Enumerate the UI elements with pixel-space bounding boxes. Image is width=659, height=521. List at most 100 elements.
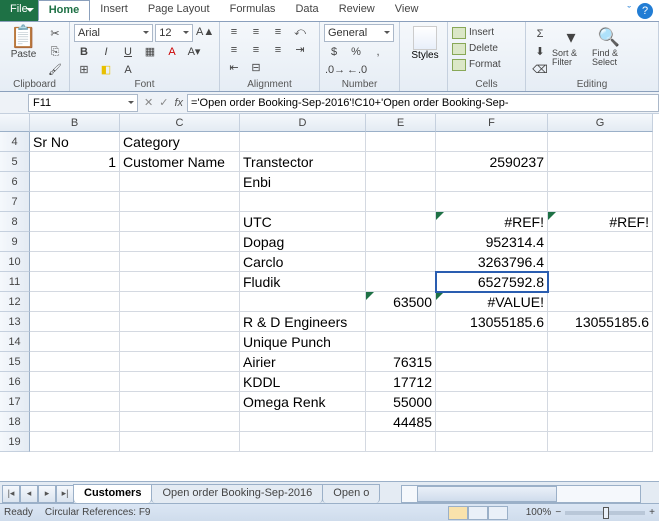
cell-B5[interactable]: 1: [30, 152, 120, 172]
font-color-2-button[interactable]: A: [118, 62, 138, 78]
increase-decimal-button[interactable]: .0→: [324, 62, 344, 78]
cell-D15[interactable]: Airier: [240, 352, 366, 372]
cell-G4[interactable]: [548, 132, 653, 152]
cell-E18[interactable]: 44485: [366, 412, 436, 432]
row-header-6[interactable]: 6: [0, 172, 30, 192]
cell-B16[interactable]: [30, 372, 120, 392]
border-button[interactable]: ▦: [140, 44, 160, 60]
cell-E13[interactable]: [366, 312, 436, 332]
zoom-in-button[interactable]: +: [649, 507, 655, 518]
format-painter-button[interactable]: 🖌: [45, 62, 65, 78]
cell-G11[interactable]: [548, 272, 653, 292]
shrink-font-button[interactable]: A▾: [184, 44, 204, 60]
cell-C11[interactable]: [120, 272, 240, 292]
cell-E9[interactable]: [366, 232, 436, 252]
cell-D4[interactable]: [240, 132, 366, 152]
zoom-slider[interactable]: [565, 511, 645, 515]
cell-E11[interactable]: [366, 272, 436, 292]
view-normal-button[interactable]: [448, 506, 468, 520]
name-box[interactable]: F11: [28, 94, 138, 112]
column-header-G[interactable]: G: [548, 114, 653, 132]
sheet-tab-customers[interactable]: Customers: [73, 484, 152, 503]
tab-insert[interactable]: Insert: [90, 0, 138, 21]
row-header-4[interactable]: 4: [0, 132, 30, 152]
cell-C14[interactable]: [120, 332, 240, 352]
align-bottom-button[interactable]: ≡: [268, 24, 288, 40]
cell-B12[interactable]: [30, 292, 120, 312]
select-all-corner[interactable]: [0, 114, 30, 132]
cell-E4[interactable]: [366, 132, 436, 152]
row-header-19[interactable]: 19: [0, 432, 30, 452]
row-header-17[interactable]: 17: [0, 392, 30, 412]
cell-F12[interactable]: #VALUE!: [436, 292, 548, 312]
row-header-10[interactable]: 10: [0, 252, 30, 272]
align-right-button[interactable]: ≡: [268, 42, 288, 58]
cell-F17[interactable]: [436, 392, 548, 412]
minimize-ribbon-icon[interactable]: ˇ: [627, 5, 631, 17]
cell-C16[interactable]: [120, 372, 240, 392]
accounting-format-button[interactable]: $: [324, 44, 344, 60]
fill-color-button[interactable]: ◧: [96, 62, 116, 78]
cell-B18[interactable]: [30, 412, 120, 432]
cells-format-button[interactable]: Format: [452, 57, 521, 72]
cell-B4[interactable]: Sr No: [30, 132, 120, 152]
help-icon[interactable]: ?: [637, 3, 653, 19]
cell-B13[interactable]: [30, 312, 120, 332]
cell-D19[interactable]: [240, 432, 366, 452]
row-header-5[interactable]: 5: [0, 152, 30, 172]
cell-D14[interactable]: Unique Punch: [240, 332, 366, 352]
cell-G6[interactable]: [548, 172, 653, 192]
orientation-button[interactable]: ⤺: [290, 24, 310, 40]
horizontal-scrollbar[interactable]: [401, 485, 641, 503]
cell-G12[interactable]: [548, 292, 653, 312]
cell-G15[interactable]: [548, 352, 653, 372]
cell-D8[interactable]: UTC: [240, 212, 366, 232]
cell-F9[interactable]: 952314.4: [436, 232, 548, 252]
clear-button[interactable]: ⌫: [530, 62, 550, 78]
cell-G16[interactable]: [548, 372, 653, 392]
view-page-break-button[interactable]: [488, 506, 508, 520]
cell-C13[interactable]: [120, 312, 240, 332]
cell-B19[interactable]: [30, 432, 120, 452]
cell-D18[interactable]: [240, 412, 366, 432]
cell-F16[interactable]: [436, 372, 548, 392]
row-header-16[interactable]: 16: [0, 372, 30, 392]
zoom-out-button[interactable]: −: [555, 507, 561, 518]
cell-E15[interactable]: 76315: [366, 352, 436, 372]
cell-G8[interactable]: #REF!: [548, 212, 653, 232]
cell-C6[interactable]: [120, 172, 240, 192]
align-center-button[interactable]: ≡: [246, 42, 266, 58]
row-header-12[interactable]: 12: [0, 292, 30, 312]
font-size-dropdown[interactable]: 12: [155, 24, 193, 42]
align-top-button[interactable]: ≡: [224, 24, 244, 40]
cell-G13[interactable]: 13055185.6: [548, 312, 653, 332]
comma-button[interactable]: ,: [368, 44, 388, 60]
cell-F15[interactable]: [436, 352, 548, 372]
sheet-nav-prev[interactable]: ◂: [20, 485, 38, 503]
cell-E19[interactable]: [366, 432, 436, 452]
cell-C18[interactable]: [120, 412, 240, 432]
cell-E8[interactable]: [366, 212, 436, 232]
cell-G14[interactable]: [548, 332, 653, 352]
cell-B7[interactable]: [30, 192, 120, 212]
row-header-9[interactable]: 9: [0, 232, 30, 252]
copy-button[interactable]: ⎘: [45, 44, 65, 60]
sheet-nav-last[interactable]: ▸|: [56, 485, 74, 503]
tab-page-layout[interactable]: Page Layout: [138, 0, 220, 21]
cells-delete-button[interactable]: Delete: [452, 41, 521, 56]
tab-review[interactable]: Review: [329, 0, 385, 21]
cell-D11[interactable]: Fludik: [240, 272, 366, 292]
styles-button[interactable]: Styles: [404, 24, 446, 61]
cell-E14[interactable]: [366, 332, 436, 352]
cell-B9[interactable]: [30, 232, 120, 252]
cell-F11[interactable]: 6527592.8: [436, 272, 548, 292]
align-middle-button[interactable]: ≡: [246, 24, 266, 40]
cell-D16[interactable]: KDDL: [240, 372, 366, 392]
formula-input[interactable]: ='Open order Booking-Sep-2016'!C10+'Open…: [187, 94, 659, 112]
autosum-button[interactable]: Σ: [530, 26, 550, 42]
cell-C4[interactable]: Category: [120, 132, 240, 152]
column-header-D[interactable]: D: [240, 114, 366, 132]
cell-F5[interactable]: 2590237: [436, 152, 548, 172]
cell-C19[interactable]: [120, 432, 240, 452]
cell-C7[interactable]: [120, 192, 240, 212]
